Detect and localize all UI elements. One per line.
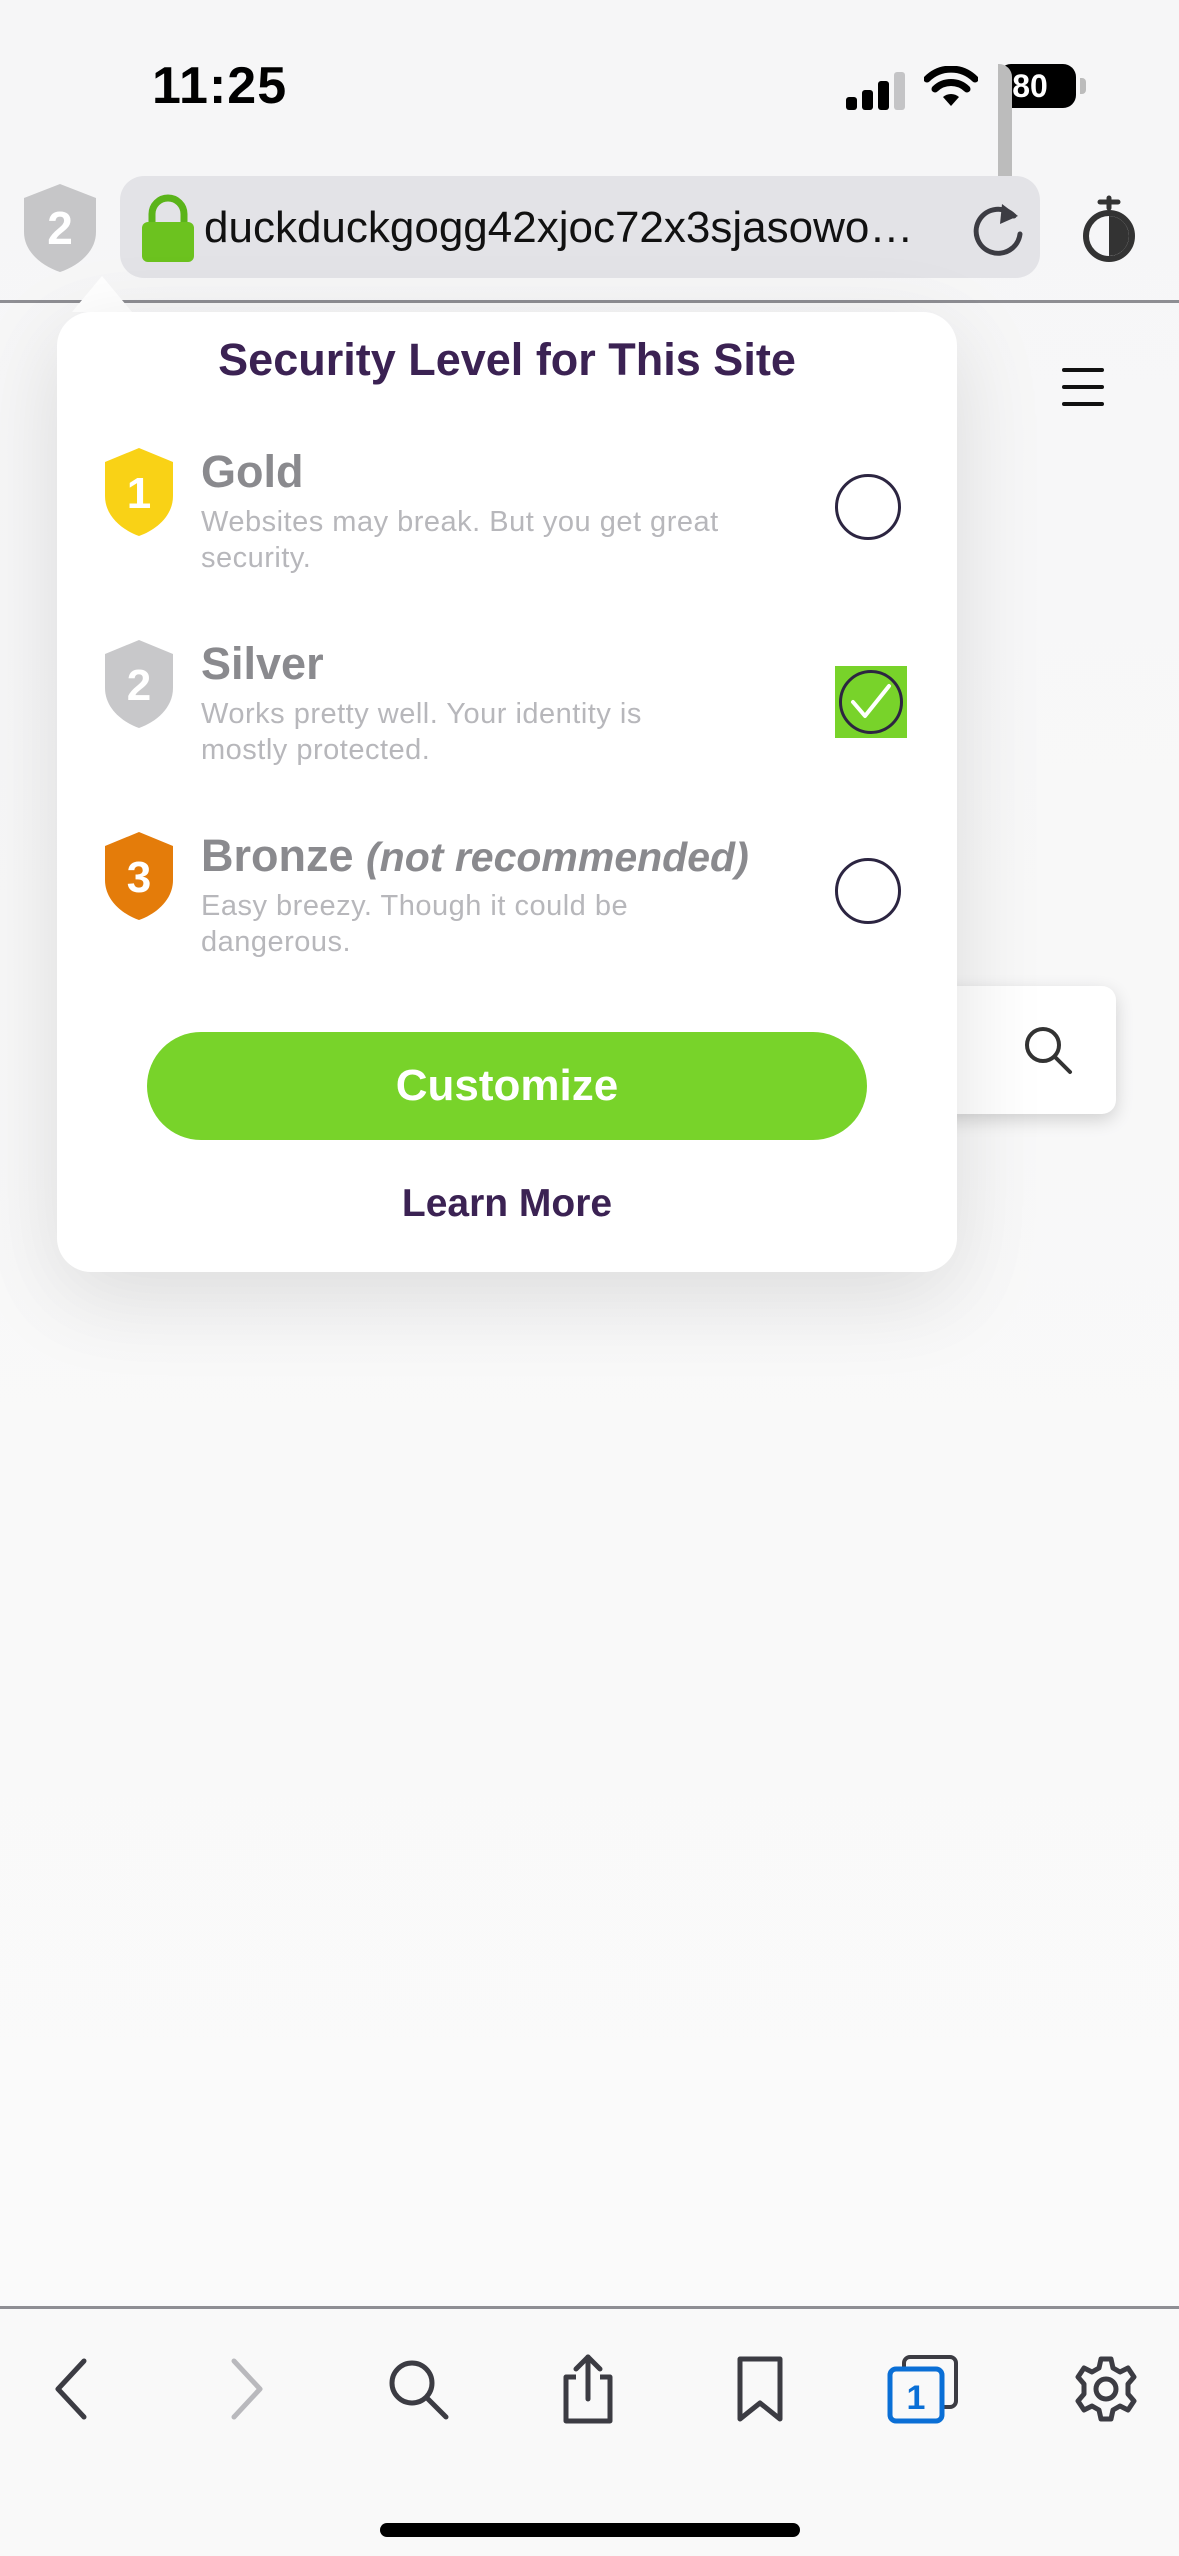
- bronze-badge: 3: [127, 853, 151, 902]
- silver-badge: 2: [127, 661, 151, 710]
- hamburger-menu-icon[interactable]: [1062, 368, 1104, 406]
- bronze-radio[interactable]: [835, 858, 901, 924]
- reload-icon[interactable]: [970, 198, 1026, 258]
- gold-level-name: Gold: [201, 446, 303, 498]
- customize-button[interactable]: Customize: [147, 1032, 867, 1140]
- url-text[interactable]: duckduckgogg42xjoc72x3sjasowoarfbgcmvfim…: [204, 202, 934, 254]
- gold-shield-icon: 1: [105, 448, 173, 536]
- address-bar[interactable]: duckduckgogg42xjoc72x3sjasowoarfbgcmvfim…: [120, 176, 1040, 278]
- forward-icon[interactable]: [208, 2353, 280, 2425]
- battery-percentage: 80: [1012, 68, 1048, 104]
- tab-count: 1: [907, 2379, 926, 2417]
- wifi-icon: [924, 66, 978, 106]
- security-level-badge: 2: [47, 202, 73, 254]
- cellular-signal-icon: [846, 70, 906, 110]
- bronze-level-name: Bronze (not recommended): [201, 830, 749, 882]
- security-level-option-silver[interactable]: 2 Silver Works pretty well. Your identit…: [57, 638, 957, 808]
- browser-screen: 11:25 80 2 duckduckgogg42xjoc72x3sjasowo…: [0, 0, 1179, 2556]
- security-level-option-bronze[interactable]: 3 Bronze (not recommended) Easy breezy. …: [57, 830, 957, 1000]
- silver-description: Works pretty well. Your identity is most…: [201, 698, 642, 766]
- gold-radio[interactable]: [835, 474, 901, 540]
- popup-title: Security Level for This Site: [218, 334, 796, 385]
- bronze-label: Bronze: [201, 830, 354, 881]
- bronze-note: (not recommended): [366, 834, 749, 880]
- bronze-description: Easy breezy. Though it could be dangerou…: [201, 890, 629, 958]
- battery-icon: 80: [998, 64, 1076, 234]
- back-icon[interactable]: [38, 2353, 110, 2425]
- bottom-toolbar: 1: [0, 2309, 1179, 2556]
- search-icon[interactable]: [382, 2353, 454, 2425]
- gold-description: Websites may break. But you get great se…: [201, 506, 719, 574]
- security-level-option-gold[interactable]: 1 Gold Websites may break. But you get g…: [57, 446, 957, 616]
- security-level-popup: Security Level for This Site 1 Gold Webs…: [57, 312, 957, 1272]
- onion-icon[interactable]: [1078, 194, 1140, 262]
- learn-more-link[interactable]: Learn More: [57, 1182, 957, 1226]
- silver-label: Silver: [201, 638, 324, 689]
- gold-label: Gold: [201, 446, 304, 497]
- status-time: 11:25: [152, 57, 288, 115]
- bookmark-icon[interactable]: [724, 2353, 796, 2425]
- security-level-shield-icon[interactable]: 2: [22, 182, 98, 274]
- silver-shield-icon: 2: [105, 640, 173, 728]
- gold-badge: 1: [127, 469, 151, 518]
- silver-radio-checked[interactable]: [835, 666, 907, 738]
- bronze-shield-icon: 3: [105, 832, 173, 920]
- silver-level-name: Silver: [201, 638, 324, 690]
- share-icon[interactable]: [552, 2353, 624, 2425]
- lock-icon: [142, 194, 194, 262]
- toolbar-divider: [0, 300, 1179, 303]
- battery-tip: [1080, 78, 1086, 94]
- tabs-icon[interactable]: 1: [884, 2353, 964, 2425]
- checkmark-icon: [851, 684, 891, 718]
- search-icon[interactable]: [1020, 1022, 1076, 1078]
- settings-icon[interactable]: [1070, 2353, 1142, 2425]
- home-indicator: [380, 2523, 800, 2537]
- popup-arrow: [72, 276, 132, 312]
